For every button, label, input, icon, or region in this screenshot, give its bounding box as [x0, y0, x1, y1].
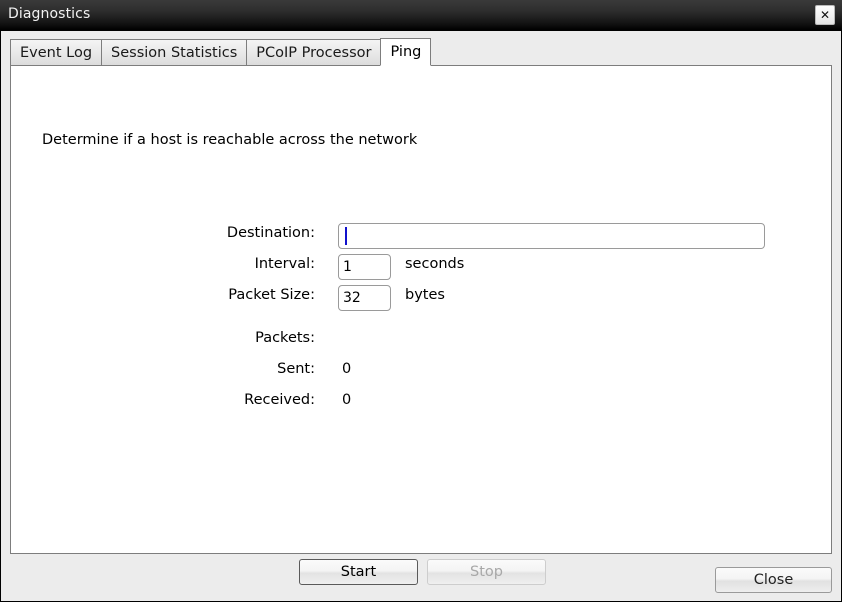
packets-sent-value: 0 — [342, 361, 352, 377]
tab-ping-label: Ping — [390, 44, 422, 60]
packet-size-input[interactable] — [338, 285, 391, 311]
packets-received-label: Received: — [244, 392, 315, 408]
tab-ping[interactable]: Ping — [380, 38, 432, 66]
tab-pcoip-processor[interactable]: PCoIP Processor — [246, 39, 382, 66]
tab-event-log[interactable]: Event Log — [10, 39, 103, 66]
stop-button: Stop — [427, 559, 546, 585]
close-button-label: Close — [753, 572, 794, 588]
tab-session-statistics-label: Session Statistics — [111, 44, 238, 61]
stop-button-label: Stop — [470, 564, 503, 580]
window-title: Diagnostics — [8, 6, 91, 22]
close-icon[interactable]: ✕ — [815, 5, 835, 25]
packets-group-label: Packets: — [255, 330, 315, 346]
interval-unit-label: seconds — [405, 256, 465, 272]
packets-received-value: 0 — [342, 392, 352, 408]
destination-label: Destination: — [226, 225, 315, 241]
packet-size-label: Packet Size: — [228, 287, 315, 303]
destination-input[interactable] — [338, 223, 765, 249]
packet-size-unit-label: bytes — [405, 287, 445, 303]
window-body: Event Log Session Statistics PCoIP Proce… — [0, 31, 842, 602]
tab-session-statistics[interactable]: Session Statistics — [101, 39, 248, 66]
panel-description: Determine if a host is reachable across … — [42, 132, 418, 148]
diagnostics-window: Diagnostics ✕ Event Log Session Statisti… — [0, 0, 842, 602]
interval-input[interactable] — [338, 254, 391, 280]
interval-label: Interval: — [254, 256, 315, 272]
tab-event-log-label: Event Log — [20, 44, 93, 61]
start-button-label: Start — [340, 564, 377, 580]
tab-pcoip-processor-label: PCoIP Processor — [256, 44, 372, 61]
ping-panel: Determine if a host is reachable across … — [10, 65, 832, 585]
packets-sent-label: Sent: — [277, 361, 315, 377]
text-caret — [345, 227, 347, 245]
window-titlebar: Diagnostics ✕ — [0, 0, 842, 31]
tabstrip: Event Log Session Statistics PCoIP Proce… — [10, 38, 432, 66]
close-icon-glyph: ✕ — [819, 8, 831, 22]
close-button[interactable]: Close — [715, 567, 832, 593]
start-button[interactable]: Start — [299, 559, 418, 585]
